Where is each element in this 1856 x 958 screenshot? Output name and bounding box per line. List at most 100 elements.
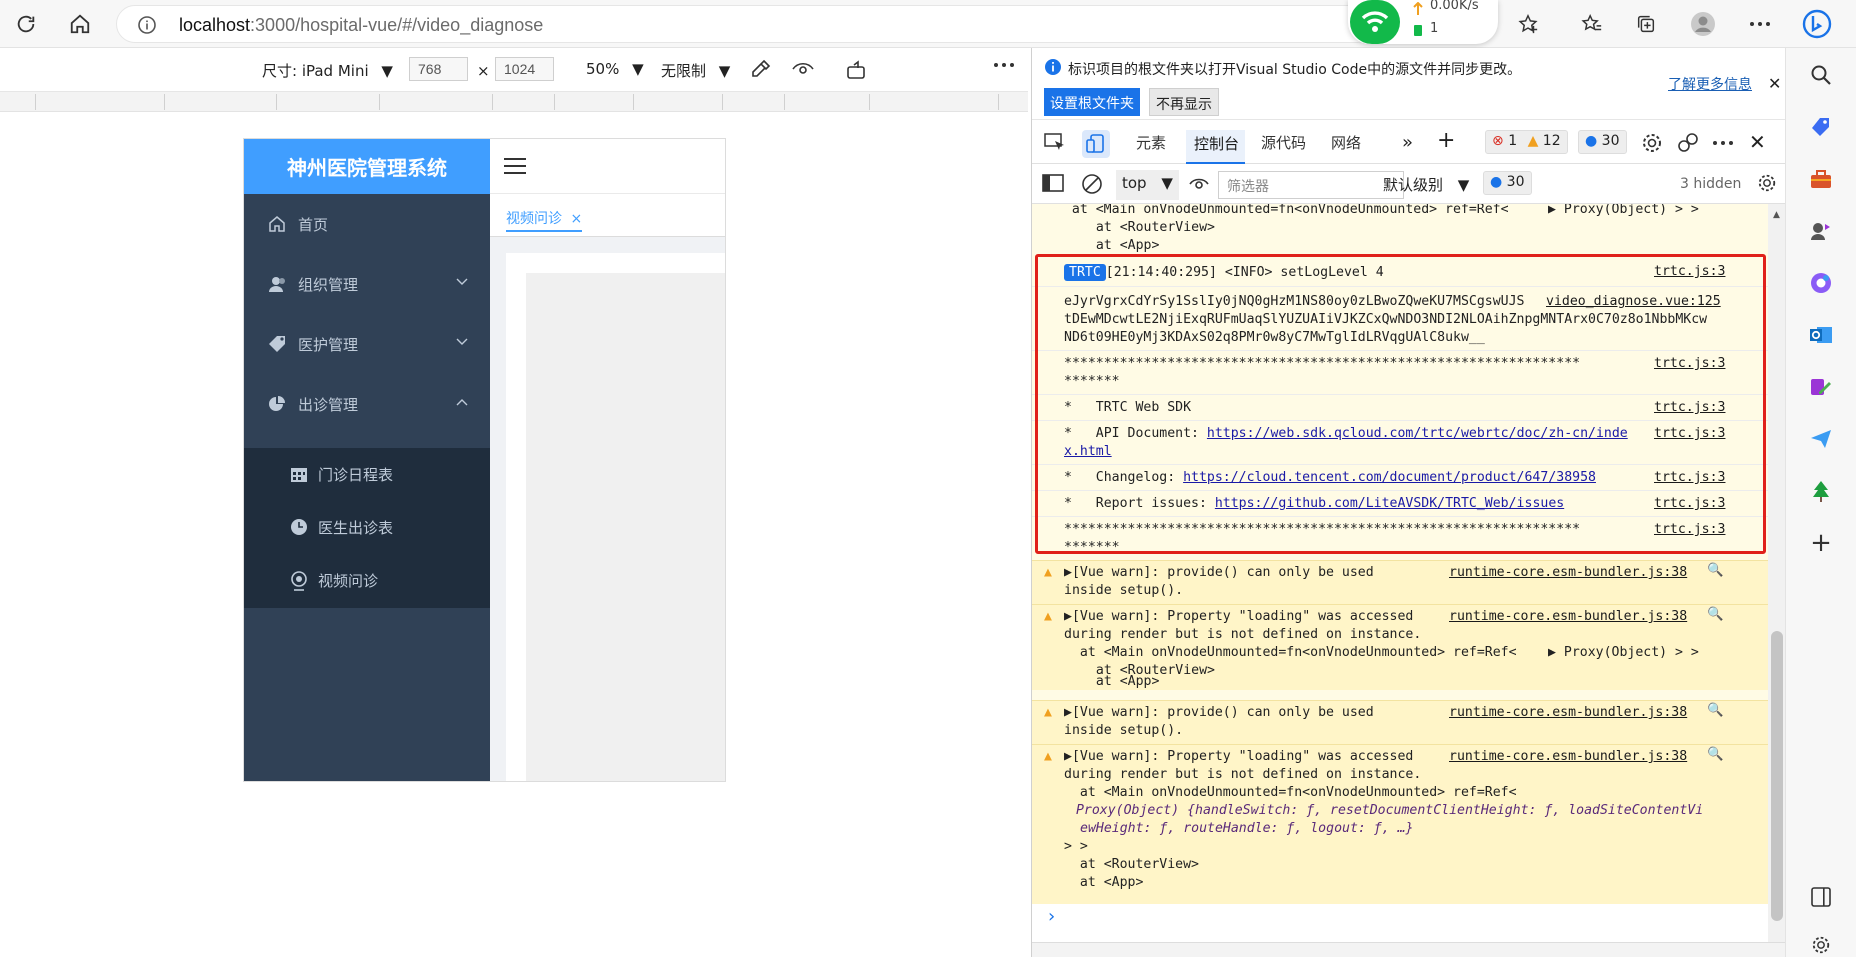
send-icon[interactable]	[1808, 426, 1834, 452]
search-icon[interactable]: 🔍	[1707, 703, 1723, 718]
settings-gear-icon[interactable]	[1641, 132, 1663, 154]
device-more-icon[interactable]	[993, 62, 1015, 68]
sidebar-panel-icon[interactable]	[1808, 884, 1834, 910]
network-widget[interactable]: 0.00K/s 1	[1348, 0, 1498, 44]
throttle-select[interactable]: 无限制 ▼	[661, 60, 730, 81]
games-icon[interactable]	[1808, 218, 1834, 244]
shopping-tag-icon[interactable]	[1808, 114, 1834, 140]
address-bar[interactable]: localhost:3000/hospital-vue/#/video_diag…	[116, 5, 1376, 43]
issues-counter[interactable]: ⊗ 1 ▲ 12	[1485, 130, 1568, 154]
tab-sources[interactable]: 源代码	[1261, 132, 1306, 153]
search-icon[interactable]: 🔍	[1707, 607, 1723, 622]
expand-triangle-icon[interactable]: ▶	[1064, 565, 1072, 580]
tree-icon[interactable]	[1808, 478, 1834, 504]
eyedropper-icon[interactable]	[750, 58, 772, 80]
console-settings-icon[interactable]	[1757, 173, 1777, 193]
reload-icon[interactable]	[9, 7, 43, 41]
customize-icon[interactable]	[1677, 132, 1699, 154]
url-text[interactable]: localhost:3000/hospital-vue/#/video_diag…	[179, 15, 543, 36]
device-width-input[interactable]: 768	[409, 57, 468, 81]
console-filter-input[interactable]: 筛选器	[1218, 171, 1404, 199]
device-mode-icon[interactable]	[1082, 130, 1110, 158]
tab-network[interactable]: 网络	[1331, 132, 1361, 153]
favorites-icon[interactable]	[1575, 7, 1609, 41]
tab-close-icon[interactable]: ×	[570, 211, 582, 227]
submenu-item-doctor-schedule[interactable]: 医生出诊表	[244, 501, 490, 554]
console-scrollbar[interactable]: ▲	[1768, 204, 1786, 957]
tab-video-consultation[interactable]: 视频问诊 ×	[506, 202, 583, 232]
expand-triangle-icon[interactable]: ▶	[1548, 204, 1564, 217]
tab-elements[interactable]: 元素	[1136, 132, 1166, 153]
device-height-input[interactable]: 1024	[495, 57, 554, 81]
submenu-item-clinic-schedule[interactable]: 门诊日程表	[244, 448, 490, 501]
source-link[interactable]: runtime-core.esm-bundler.js:38	[1449, 705, 1687, 720]
expand-triangle-icon[interactable]: ▶	[1064, 749, 1072, 764]
toolbox-icon[interactable]	[1808, 166, 1834, 192]
rotate-device-icon[interactable]	[845, 59, 869, 81]
warning-text-1: [Vue warn]: Property "loading" was acces…	[1071, 609, 1414, 624]
site-info-icon[interactable]	[137, 15, 157, 35]
expand-triangle-icon[interactable]	[1068, 803, 1076, 818]
search-icon[interactable]: 🔍	[1707, 563, 1723, 578]
stack-line: at <App>	[1080, 238, 1160, 253]
menu-item-outpatient[interactable]: 出诊管理	[244, 374, 490, 434]
collections-icon[interactable]	[1629, 7, 1663, 41]
device-toolbar: 尺寸: iPad Mini ▼ 768 × 1024 50% ▼ 无限制 ▼	[0, 48, 1028, 92]
vision-eye-icon[interactable]	[791, 59, 815, 79]
main-content	[490, 237, 725, 781]
menu-item-home[interactable]: 首页	[244, 194, 490, 254]
copilot-icon[interactable]	[1808, 270, 1834, 296]
learn-more-link[interactable]: 了解更多信息	[1668, 74, 1752, 94]
scroll-thumb[interactable]	[1771, 631, 1783, 921]
proxy-object-line[interactable]: ▶ Proxy(Object) > >	[1548, 204, 1699, 217]
proxy-object-expanded[interactable]: Proxy(Object) {handleSwitch: ƒ, resetDoc…	[1068, 803, 1703, 818]
expand-triangle-icon[interactable]: ▶	[1064, 705, 1072, 720]
source-link[interactable]: runtime-core.esm-bundler.js:38	[1449, 609, 1687, 624]
warning-icon: ▲	[1044, 609, 1052, 624]
level-message-count: 30	[1506, 174, 1525, 190]
level-message-counter[interactable]: ● 30	[1483, 171, 1532, 195]
profile-avatar-icon[interactable]	[1686, 7, 1720, 41]
source-link[interactable]: runtime-core.esm-bundler.js:38	[1449, 565, 1687, 580]
add-tab-icon[interactable]: +	[1437, 128, 1455, 153]
more-menu-icon[interactable]	[1743, 7, 1777, 41]
menu-item-organization[interactable]: 组织管理	[244, 254, 490, 314]
set-root-folder-button[interactable]: 设置根文件夹	[1044, 88, 1140, 116]
sidebar-toggle-icon[interactable]	[1042, 174, 1064, 192]
submenu-item-video-consultation[interactable]: 视频问诊	[244, 554, 490, 607]
proxy-object-line[interactable]: ▶ Proxy(Object) > >	[1548, 645, 1699, 660]
search-icon[interactable]: 🔍	[1707, 747, 1723, 762]
outlook-icon[interactable]	[1808, 322, 1834, 348]
search-icon[interactable]	[1808, 62, 1834, 88]
devtools-close-icon[interactable]: ✕	[1749, 130, 1766, 154]
add-app-icon[interactable]: +	[1808, 528, 1834, 558]
devtools-more-icon[interactable]	[1712, 140, 1734, 146]
clear-console-icon[interactable]	[1081, 173, 1103, 195]
live-expression-eye-icon[interactable]	[1188, 174, 1210, 194]
context-select[interactable]: top ▼	[1116, 170, 1179, 200]
expand-triangle-icon[interactable]: ▶	[1064, 609, 1072, 624]
infobar-close-icon[interactable]: ✕	[1768, 74, 1781, 93]
office-editor-icon[interactable]	[1808, 374, 1834, 400]
hamburger-menu-icon[interactable]	[504, 156, 526, 176]
home-icon[interactable]	[63, 7, 97, 41]
warning-icon: ▲	[1044, 565, 1052, 580]
log-level-select[interactable]: 默认级别 ▼	[1383, 174, 1469, 195]
dont-show-again-button[interactable]: 不再显示	[1149, 88, 1219, 116]
scroll-up-icon[interactable]: ▲	[1773, 210, 1780, 220]
more-tabs-icon[interactable]: »	[1402, 132, 1413, 153]
inspect-element-icon[interactable]	[1044, 132, 1066, 152]
caret-down-icon: ▼	[1457, 176, 1470, 194]
source-link[interactable]: runtime-core.esm-bundler.js:38	[1449, 749, 1687, 764]
device-size-select[interactable]: 尺寸: iPad Mini ▼	[262, 60, 393, 81]
calendar-icon	[290, 465, 308, 483]
tab-console[interactable]: 控制台	[1186, 130, 1246, 164]
expand-triangle-icon[interactable]: ▶	[1548, 645, 1564, 660]
zoom-select[interactable]: 50% ▼	[586, 60, 644, 78]
messages-counter[interactable]: ● 30	[1578, 130, 1627, 154]
sidebar-settings-icon[interactable]	[1808, 932, 1834, 958]
add-favorite-icon[interactable]	[1511, 7, 1545, 41]
menu-item-medical-staff[interactable]: 医护管理	[244, 314, 490, 374]
bing-chat-icon[interactable]	[1800, 7, 1834, 41]
submenu-item-label: 视频问诊	[318, 572, 379, 590]
